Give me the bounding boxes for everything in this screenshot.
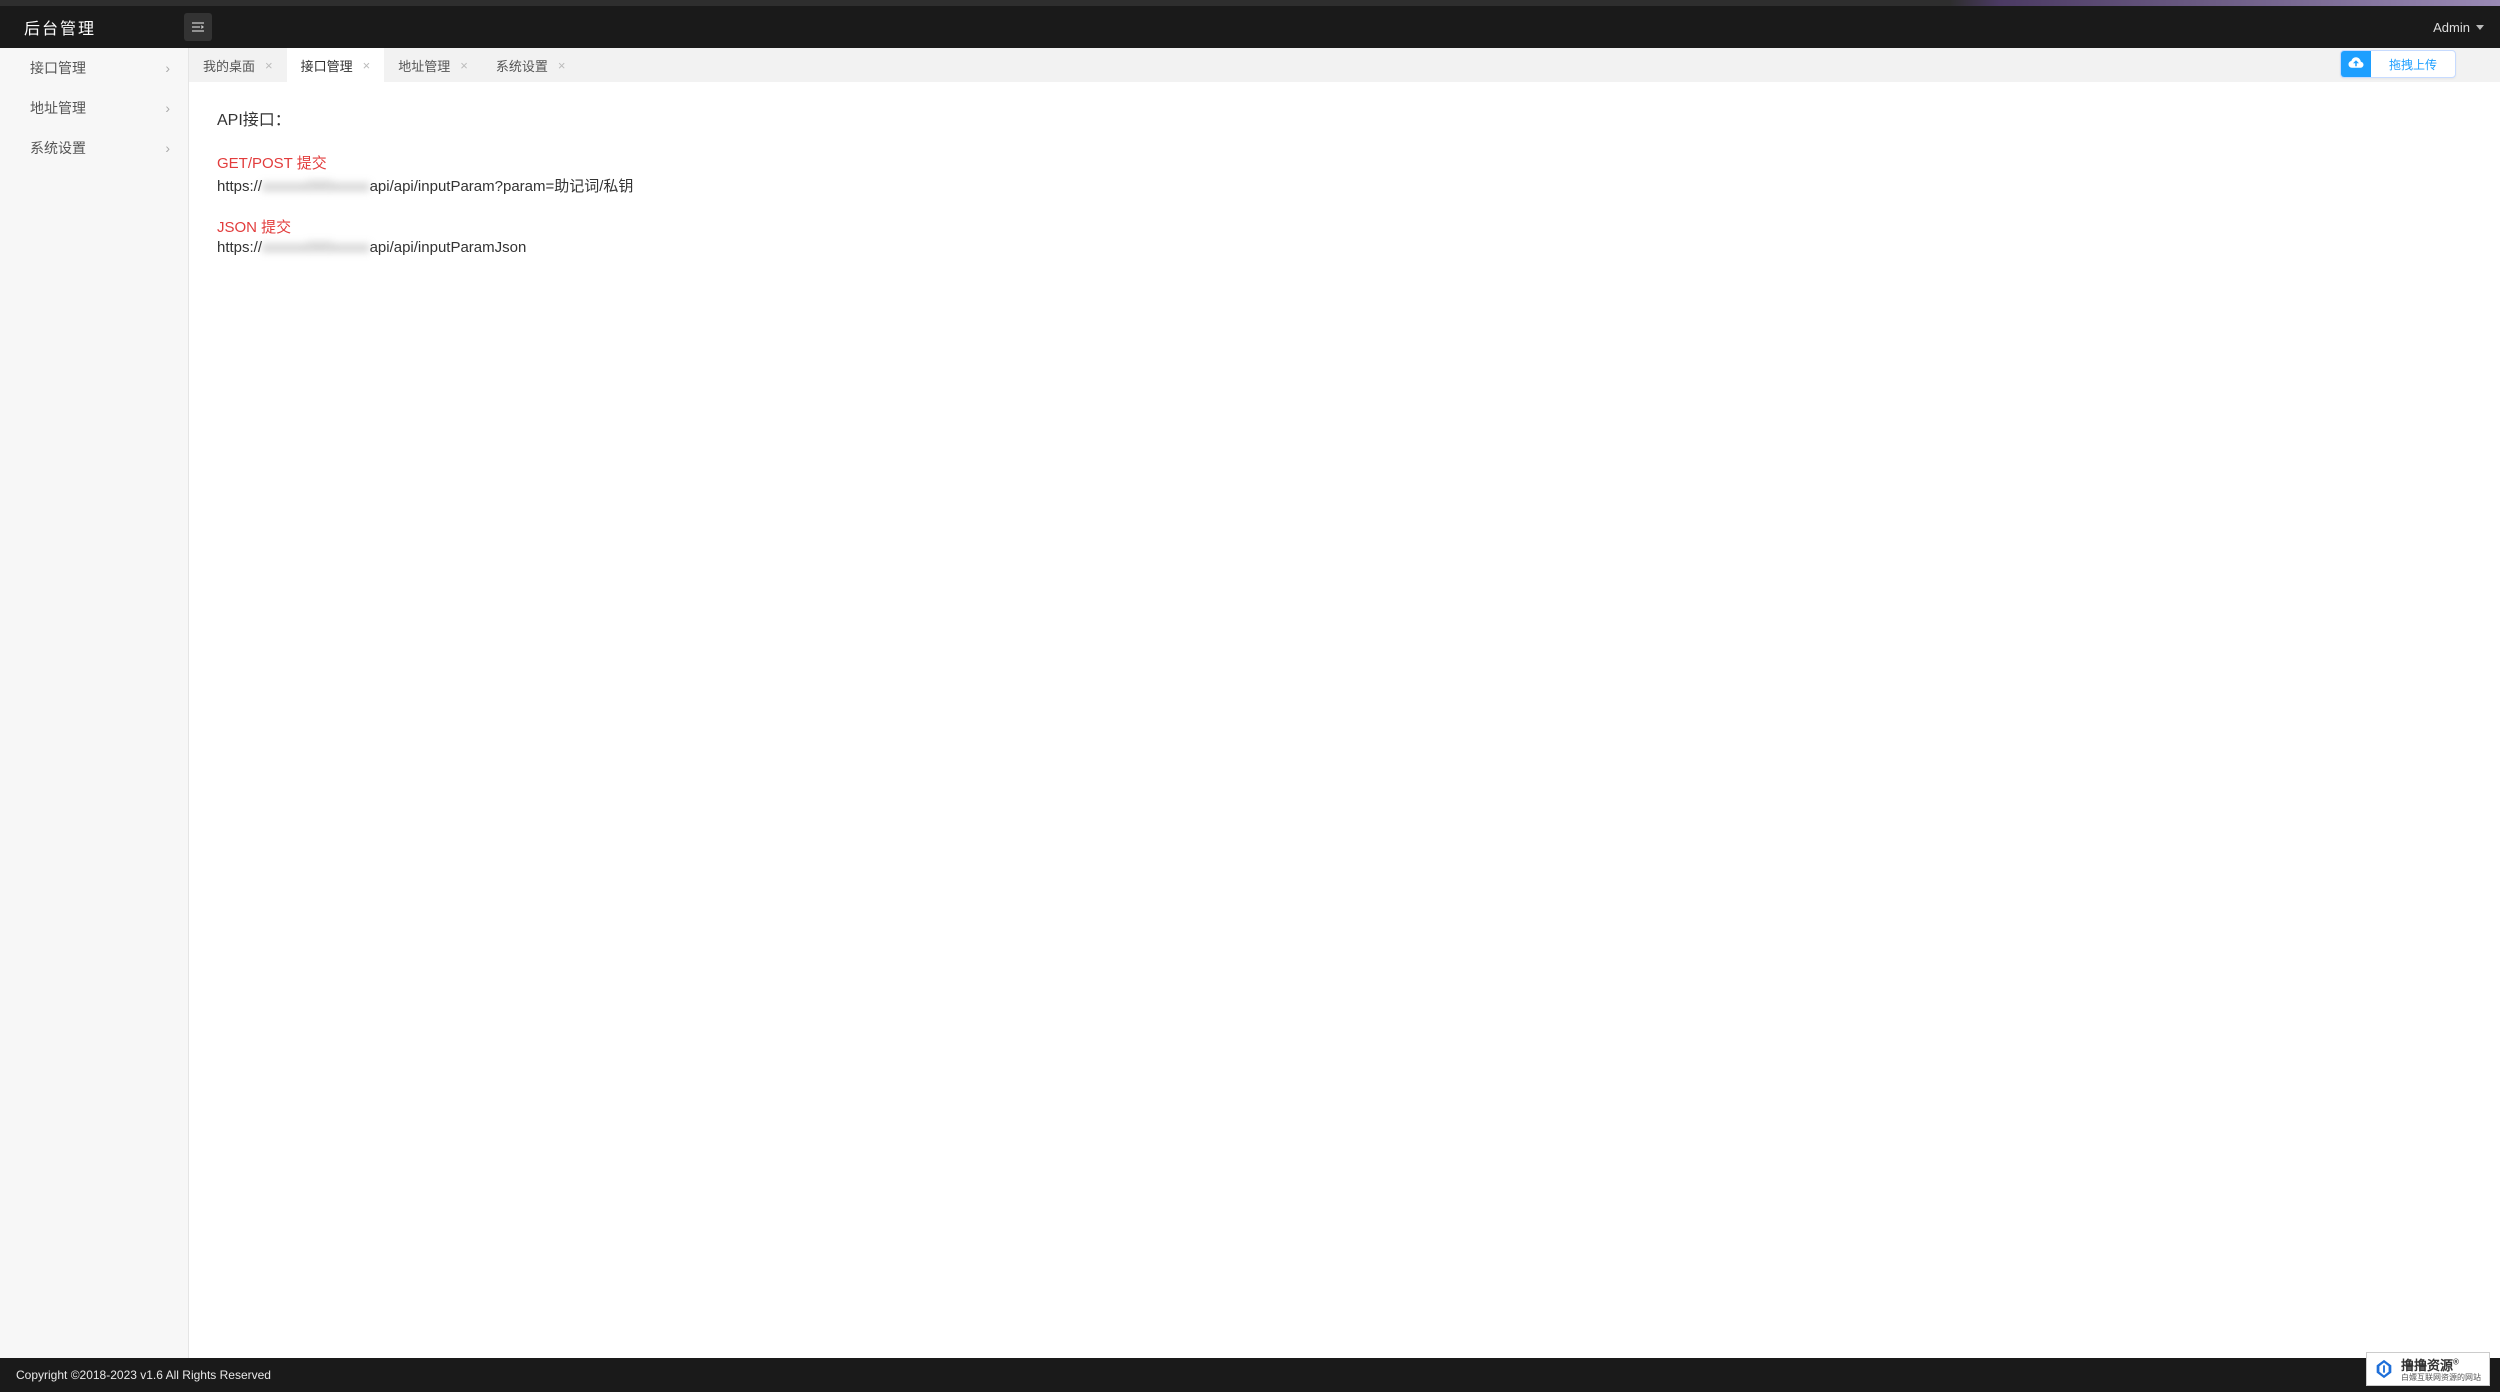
chevron-down-icon xyxy=(2476,25,2484,30)
sidebar: 接口管理 › 地址管理 › 系统设置 › xyxy=(0,48,189,1358)
content-area: 我的桌面 × 接口管理 × 地址管理 × 系统设置 × 拖拽上传 API接口 xyxy=(189,48,2500,1358)
brand-title: 后台管理 xyxy=(24,15,184,39)
tab-label: 接口管理 xyxy=(301,56,353,75)
close-icon[interactable]: × xyxy=(363,59,371,72)
watermark-sub: 白嫖互联网资源的网站 xyxy=(2401,1372,2481,1383)
page-title: API接口： xyxy=(217,106,2472,130)
sidebar-item-address[interactable]: 地址管理 › xyxy=(0,88,188,128)
sidebar-item-api[interactable]: 接口管理 › xyxy=(0,48,188,88)
url-prefix: https:// xyxy=(217,178,262,195)
header-bar: 后台管理 Admin xyxy=(0,6,2500,48)
watermark-name: 撸撸资源 xyxy=(2401,1358,2453,1373)
api-url-json: https://xxxxxx000xxxxxapi/api/inputParam… xyxy=(217,239,2472,256)
tab-bar: 我的桌面 × 接口管理 × 地址管理 × 系统设置 × xyxy=(189,48,2500,82)
upload-label: 拖拽上传 xyxy=(2371,56,2455,73)
footer-bar: Copyright ©2018-2023 v1.6 All Rights Res… xyxy=(0,1358,2500,1392)
url-suffix: api/api/inputParamJson xyxy=(370,239,527,256)
tab-api[interactable]: 接口管理 × xyxy=(287,48,385,82)
page-body: API接口： GET/POST 提交 https://xxxxxx000xxxx… xyxy=(189,82,2500,1358)
watermark-logo-icon xyxy=(2373,1358,2395,1380)
tab-label: 我的桌面 xyxy=(203,56,255,75)
url-prefix: https:// xyxy=(217,239,262,256)
sidebar-toggle-button[interactable] xyxy=(184,13,212,41)
chevron-right-icon: › xyxy=(165,60,170,76)
tab-settings[interactable]: 系统设置 × xyxy=(482,48,580,82)
cloud-upload-icon xyxy=(2341,51,2371,77)
upload-widget[interactable]: 拖拽上传 xyxy=(2340,50,2456,78)
watermark-badge: 撸撸资源® 白嫖互联网资源的网站 xyxy=(2366,1352,2490,1386)
close-icon[interactable]: × xyxy=(558,59,566,72)
close-icon[interactable]: × xyxy=(265,59,273,72)
section-heading-json: JSON 提交 xyxy=(217,216,2472,237)
tab-address[interactable]: 地址管理 × xyxy=(384,48,482,82)
tab-desktop[interactable]: 我的桌面 × xyxy=(189,48,287,82)
user-menu[interactable]: Admin xyxy=(2433,20,2484,35)
tab-label: 系统设置 xyxy=(496,56,548,75)
url-suffix: api/api/inputParam?param=助记词/私钥 xyxy=(370,178,634,195)
url-redacted: xxxxxx000xxxxx xyxy=(262,178,370,195)
chevron-right-icon: › xyxy=(165,100,170,116)
section-heading-getpost: GET/POST 提交 xyxy=(217,152,2472,173)
menu-collapse-icon xyxy=(190,19,206,35)
url-redacted: xxxxxx000xxxxx xyxy=(262,239,370,256)
close-icon[interactable]: × xyxy=(460,59,468,72)
registered-icon: ® xyxy=(2453,1358,2459,1367)
user-name: Admin xyxy=(2433,20,2470,35)
sidebar-item-label: 系统设置 xyxy=(30,138,86,158)
api-url-getpost: https://xxxxxx000xxxxxapi/api/inputParam… xyxy=(217,175,2472,196)
sidebar-item-label: 地址管理 xyxy=(30,98,86,118)
sidebar-item-settings[interactable]: 系统设置 › xyxy=(0,128,188,168)
sidebar-item-label: 接口管理 xyxy=(30,58,86,78)
tab-label: 地址管理 xyxy=(398,56,450,75)
chevron-right-icon: › xyxy=(165,140,170,156)
copyright-text: Copyright ©2018-2023 v1.6 All Rights Res… xyxy=(16,1368,271,1382)
